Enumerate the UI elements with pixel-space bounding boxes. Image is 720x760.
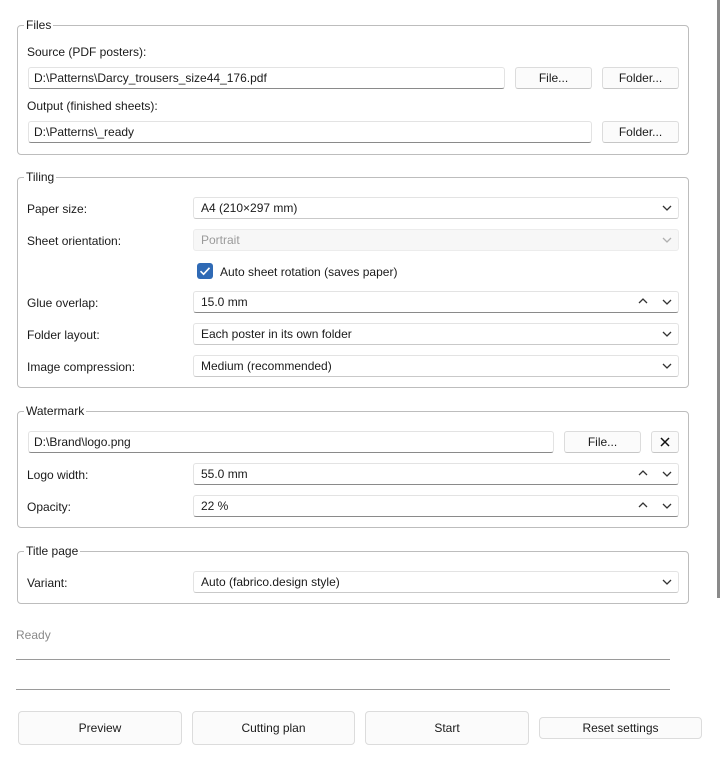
paper-size-label: Paper size: xyxy=(27,202,88,216)
folder-layout-label: Folder layout: xyxy=(27,328,100,342)
compression-label: Image compression: xyxy=(27,360,136,374)
paper-size-value: A4 (210×297 mm) xyxy=(201,201,298,215)
folder-layout-combo[interactable]: Each poster in its own folder xyxy=(193,323,679,345)
logo-width-spinbox[interactable]: 55.0 mm xyxy=(193,463,679,485)
compression-combo[interactable]: Medium (recommended) xyxy=(193,355,679,377)
logo-width-label: Logo width: xyxy=(27,468,89,482)
chevron-up-icon[interactable] xyxy=(638,469,648,477)
logo-width-value: 55.0 mm xyxy=(201,467,248,481)
close-icon xyxy=(660,437,670,447)
compression-value: Medium (recommended) xyxy=(201,359,332,373)
chevron-down-icon xyxy=(662,579,672,585)
auto-rotation-checkbox[interactable] xyxy=(197,263,213,279)
output-folder-button[interactable]: Folder... xyxy=(602,121,679,143)
chevron-down-icon[interactable] xyxy=(662,470,672,478)
folder-layout-value: Each poster in its own folder xyxy=(201,327,352,341)
orientation-value: Portrait xyxy=(201,233,240,247)
chevron-down-icon xyxy=(662,363,672,369)
watermark-group-title: Watermark xyxy=(24,403,87,419)
output-label: Output (finished sheets): xyxy=(27,99,158,113)
progress-bar xyxy=(16,659,670,660)
cutting-plan-button[interactable]: Cutting plan xyxy=(192,711,355,745)
chevron-down-icon xyxy=(662,237,672,243)
glue-overlap-label: Glue overlap: xyxy=(27,296,99,310)
files-group-title: Files xyxy=(24,17,54,33)
source-path-field[interactable]: D:\Patterns\Darcy_trousers_size44_176.pd… xyxy=(28,67,505,89)
chevron-down-icon[interactable] xyxy=(662,502,672,510)
title-page-group-title: Title page xyxy=(24,543,81,559)
status-text: Ready xyxy=(16,628,51,642)
paper-size-combo[interactable]: A4 (210×297 mm) xyxy=(193,197,679,219)
chevron-up-icon[interactable] xyxy=(638,297,648,305)
chevron-up-icon[interactable] xyxy=(638,501,648,509)
variant-combo[interactable]: Auto (fabrico.design style) xyxy=(193,571,679,593)
variant-label: Variant: xyxy=(27,576,68,590)
source-folder-button[interactable]: Folder... xyxy=(602,67,679,89)
opacity-value: 22 % xyxy=(201,499,229,513)
logo-file-button[interactable]: File... xyxy=(564,431,641,453)
checkmark-icon xyxy=(199,267,211,276)
divider xyxy=(16,689,670,690)
opacity-label: Opacity: xyxy=(27,500,72,514)
auto-rotation-label[interactable]: Auto sheet rotation (saves paper) xyxy=(220,264,397,280)
source-file-button[interactable]: File... xyxy=(515,67,592,89)
clear-logo-button[interactable] xyxy=(651,431,679,453)
chevron-down-icon xyxy=(662,331,672,337)
glue-overlap-spinbox[interactable]: 15.0 mm xyxy=(193,291,679,313)
variant-value: Auto (fabrico.design style) xyxy=(201,575,340,589)
logo-path-field[interactable]: D:\Brand\logo.png xyxy=(28,431,554,453)
preview-button[interactable]: Preview xyxy=(18,711,182,745)
tiling-group-title: Tiling xyxy=(24,169,57,185)
orientation-combo: Portrait xyxy=(193,229,679,251)
glue-overlap-value: 15.0 mm xyxy=(201,295,248,309)
orientation-label: Sheet orientation: xyxy=(27,234,122,248)
source-label: Source (PDF posters): xyxy=(27,45,147,59)
chevron-down-icon xyxy=(662,205,672,211)
output-path-field[interactable]: D:\Patterns\_ready xyxy=(28,121,592,143)
opacity-spinbox[interactable]: 22 % xyxy=(193,495,679,517)
start-button[interactable]: Start xyxy=(365,711,529,745)
reset-settings-button[interactable]: Reset settings xyxy=(539,717,702,739)
chevron-down-icon[interactable] xyxy=(662,298,672,306)
